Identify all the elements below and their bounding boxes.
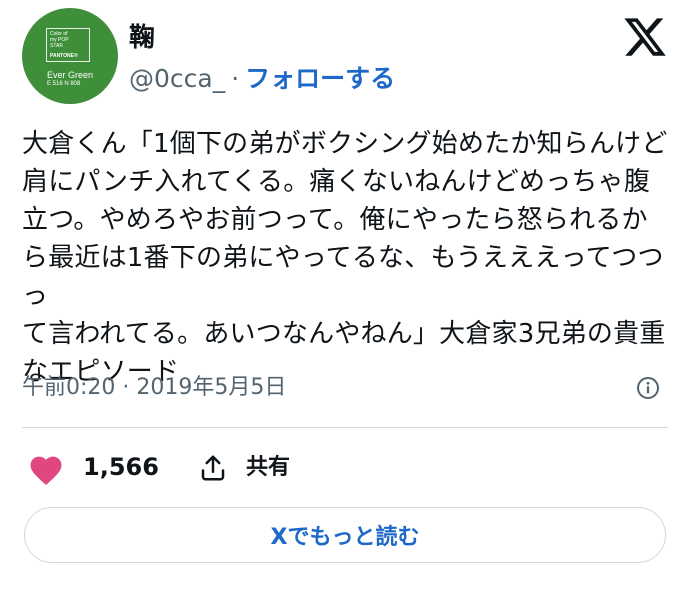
share-label: 共有 bbox=[246, 455, 291, 480]
x-logo-icon[interactable] bbox=[622, 14, 668, 60]
display-name[interactable]: 鞠 bbox=[129, 22, 155, 54]
swatch-caption: Ever Green E 516 N 808 bbox=[47, 70, 93, 88]
divider bbox=[22, 427, 668, 428]
separator-dot: · bbox=[231, 64, 240, 93]
read-more-button[interactable]: Xでもっと読む bbox=[24, 507, 666, 563]
swatch-brand: PANTONE® bbox=[50, 53, 78, 59]
like-count: 1,566 bbox=[83, 453, 159, 481]
pantone-swatch: Color of my POP STAR PANTONE® bbox=[46, 28, 90, 62]
swatch-caption-name: Ever Green bbox=[47, 70, 94, 80]
follow-button[interactable]: フォローする bbox=[245, 64, 395, 93]
share-icon bbox=[201, 455, 225, 481]
tweet-text: 大倉くん「1個下の弟がボクシング始めたか知らんけど 肩にパンチ入れてくる。痛くな… bbox=[22, 129, 668, 387]
handle-row: @0cca_ · フォローする bbox=[129, 63, 395, 95]
share-button[interactable]: 共有 bbox=[198, 448, 318, 488]
tweet-timestamp[interactable]: 午前0:20 · 2019年5月5日 bbox=[22, 372, 286, 404]
heart-icon[interactable] bbox=[26, 452, 66, 486]
user-handle[interactable]: @0cca_ bbox=[129, 64, 225, 93]
swatch-caption-code: E 516 N 808 bbox=[47, 81, 81, 87]
swatch-line: STAR bbox=[50, 43, 63, 49]
avatar[interactable]: Color of my POP STAR PANTONE® Ever Green… bbox=[22, 8, 118, 104]
info-icon[interactable] bbox=[636, 376, 660, 400]
